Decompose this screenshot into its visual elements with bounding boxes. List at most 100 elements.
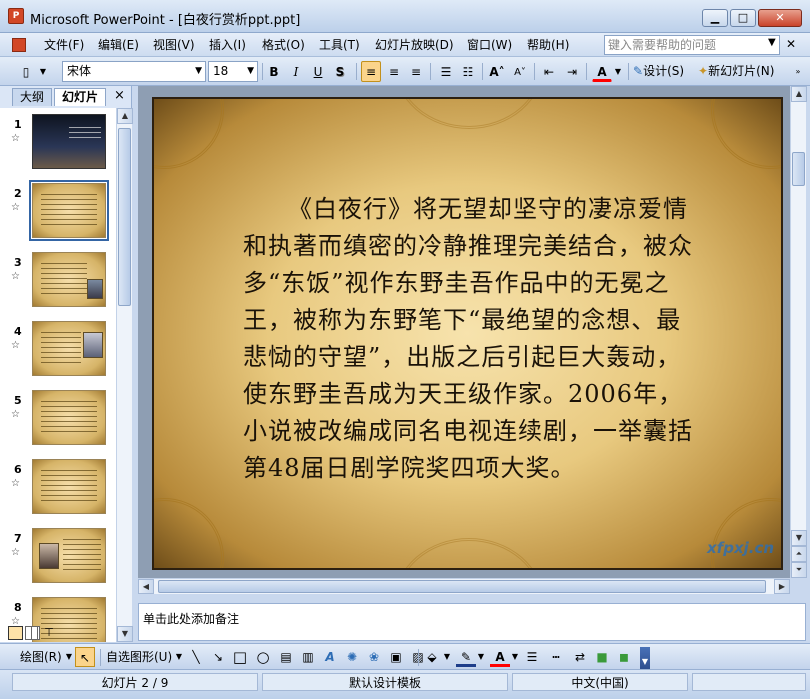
toolbar-overflow-icon[interactable]: » — [792, 61, 804, 82]
help-search-input[interactable]: 键入需要帮助的问题 — [604, 35, 780, 55]
slide-body-text[interactable]: 《白夜行》将无望却坚守的凄凉爱情和执著而缜密的冷静推理完美结合，被众多“东饭”视… — [243, 191, 693, 487]
tab-outline[interactable]: 大纲 — [12, 88, 52, 106]
menu-slideshow[interactable]: 幻灯片放映(D) — [375, 36, 454, 54]
thumbnail-text-lines — [63, 539, 101, 573]
line-color-dropdown-icon[interactable]: ▼ — [476, 647, 486, 667]
increase-font-size-icon[interactable]: A˄ — [487, 61, 507, 82]
shadow-button[interactable]: S — [330, 61, 350, 82]
arrow-icon[interactable]: ↘ — [208, 647, 228, 667]
design-template-status[interactable]: 默认设计模板 — [262, 673, 508, 691]
close-button[interactable]: ✕ — [758, 9, 802, 27]
toolbar-options-icon[interactable]: ▼ — [38, 61, 48, 82]
decrease-font-size-icon[interactable]: A˅ — [510, 61, 530, 82]
menu-edit[interactable]: 编辑(E) — [98, 36, 139, 54]
slide-horizontal-scrollbar[interactable]: ◀ ▶ — [138, 578, 790, 594]
rectangle-icon[interactable]: □ — [230, 647, 250, 667]
font-color-icon[interactable]: A — [592, 61, 612, 82]
align-left-icon[interactable]: ≡ — [361, 61, 381, 82]
line-icon[interactable]: ╲ — [186, 647, 206, 667]
numbering-icon[interactable]: ☰ — [436, 61, 456, 82]
notes-placeholder[interactable]: 单击此处添加备注 — [143, 610, 239, 627]
draw-dropdown-icon[interactable]: ▼ — [64, 647, 74, 667]
maximize-button[interactable]: □ — [730, 9, 756, 27]
fill-color-dropdown-icon[interactable]: ▼ — [442, 647, 452, 667]
document-icon[interactable] — [12, 38, 26, 52]
align-right-icon[interactable]: ≡ — [406, 61, 426, 82]
next-slide-icon[interactable]: ⏷ — [791, 562, 807, 578]
oval-icon[interactable]: ○ — [252, 647, 274, 667]
previous-slide-icon[interactable]: ⏶ — [791, 546, 807, 562]
wordart-icon[interactable]: A — [320, 647, 340, 667]
slide-sorter-view-icon[interactable] — [25, 626, 40, 640]
decrease-indent-icon[interactable]: ⇤ — [539, 61, 559, 82]
vertical-text-box-icon[interactable]: ▥ — [298, 647, 318, 667]
thumbnail-text-lines — [41, 470, 97, 504]
font-color-icon[interactable]: A — [490, 647, 510, 667]
font-color-dropdown-icon[interactable]: ▼ — [613, 61, 623, 82]
notes-pane[interactable]: 单击此处添加备注 — [138, 603, 806, 641]
text-box-icon[interactable]: ▤ — [276, 647, 296, 667]
slide-thumbnail-2[interactable] — [29, 180, 109, 241]
slideshow-view-icon[interactable]: ⊤ — [42, 626, 56, 640]
menu-help[interactable]: 帮助(H) — [527, 36, 569, 54]
scroll-thumb[interactable] — [792, 152, 805, 186]
toolbar-overflow-icon[interactable]: ▼ — [640, 647, 650, 669]
bullets-icon[interactable]: ☷ — [458, 61, 478, 82]
normal-view-icon[interactable] — [8, 626, 23, 640]
font-color-dropdown-icon[interactable]: ▼ — [510, 647, 520, 667]
design-button[interactable]: ✎设计(S) — [633, 61, 693, 82]
menu-file[interactable]: 文件(F) — [44, 36, 84, 54]
align-center-icon[interactable]: ≡ — [384, 61, 404, 82]
new-slide-button[interactable]: ✦新幻灯片(N) — [698, 61, 788, 82]
help-dropdown-icon[interactable]: ▼ — [768, 37, 776, 48]
minimize-button[interactable]: ▁ — [702, 9, 728, 27]
pane-close-icon[interactable]: × — [114, 88, 125, 103]
slide-thumbnail-3[interactable] — [32, 252, 106, 307]
slide-thumbnail-4[interactable] — [32, 321, 106, 376]
scroll-thumb[interactable] — [118, 128, 131, 306]
3d-style-icon[interactable]: ◼ — [614, 647, 634, 667]
insert-picture-icon[interactable]: ▣ — [386, 647, 406, 667]
slide-thumbnail-5[interactable] — [32, 390, 106, 445]
scroll-right-icon[interactable]: ▶ — [774, 579, 790, 594]
diagram-icon[interactable]: ✺ — [342, 647, 362, 667]
font-size-combo[interactable]: 18 ▼ — [208, 61, 258, 82]
thumbnail-scrollbar[interactable]: ▲ ▼ — [116, 108, 133, 642]
shadow-style-icon[interactable]: ■ — [592, 647, 612, 667]
current-slide[interactable]: 《白夜行》将无望却坚守的凄凉爱情和执著而缜密的冷静推理完美结合，被众多“东饭”视… — [152, 97, 783, 570]
slide-thumbnail-1[interactable] — [32, 114, 106, 169]
close-document-icon[interactable]: ✕ — [786, 37, 796, 51]
line-color-icon[interactable]: ✎ — [456, 647, 476, 667]
scroll-up-icon[interactable]: ▲ — [117, 108, 133, 124]
underline-button[interactable]: U — [308, 61, 328, 82]
line-style-icon[interactable]: ☰ — [522, 647, 542, 667]
font-name-combo[interactable]: 宋体 ▼ — [62, 61, 206, 82]
menu-insert[interactable]: 插入(I) — [209, 36, 246, 54]
fill-color-icon[interactable]: ⬙ — [422, 647, 442, 667]
scroll-thumb[interactable] — [158, 580, 766, 593]
clip-art-icon[interactable]: ❀ — [364, 647, 384, 667]
powerpoint-app-icon[interactable]: P — [8, 8, 24, 24]
dash-style-icon[interactable]: ┅ — [546, 647, 566, 667]
autoshapes-dropdown-icon[interactable]: ▼ — [174, 647, 184, 667]
font-name-dropdown-icon[interactable]: ▼ — [195, 62, 202, 81]
bold-button[interactable]: B — [264, 61, 284, 82]
menu-tools[interactable]: 工具(T) — [319, 36, 360, 54]
slide-vertical-scrollbar[interactable]: ▲ ▼ ⏶ ⏷ — [790, 86, 807, 578]
slide-thumbnail-7[interactable] — [32, 528, 106, 583]
increase-indent-icon[interactable]: ⇥ — [562, 61, 582, 82]
slide-thumbnail-6[interactable] — [32, 459, 106, 514]
scroll-down-icon[interactable]: ▼ — [117, 626, 133, 642]
new-document-icon[interactable]: ▯ — [16, 61, 36, 82]
italic-button[interactable]: I — [286, 61, 306, 82]
select-objects-icon[interactable]: ↖ — [75, 647, 95, 667]
menu-format[interactable]: 格式(O) — [262, 36, 305, 54]
menu-view[interactable]: 视图(V) — [153, 36, 195, 54]
scroll-left-icon[interactable]: ◀ — [138, 579, 154, 594]
arrow-style-icon[interactable]: ⇄ — [570, 647, 590, 667]
menu-window[interactable]: 窗口(W) — [467, 36, 512, 54]
scroll-down-icon[interactable]: ▼ — [791, 530, 807, 546]
font-size-dropdown-icon[interactable]: ▼ — [247, 62, 254, 81]
tab-slides[interactable]: 幻灯片 — [54, 88, 106, 106]
scroll-up-icon[interactable]: ▲ — [791, 86, 807, 102]
